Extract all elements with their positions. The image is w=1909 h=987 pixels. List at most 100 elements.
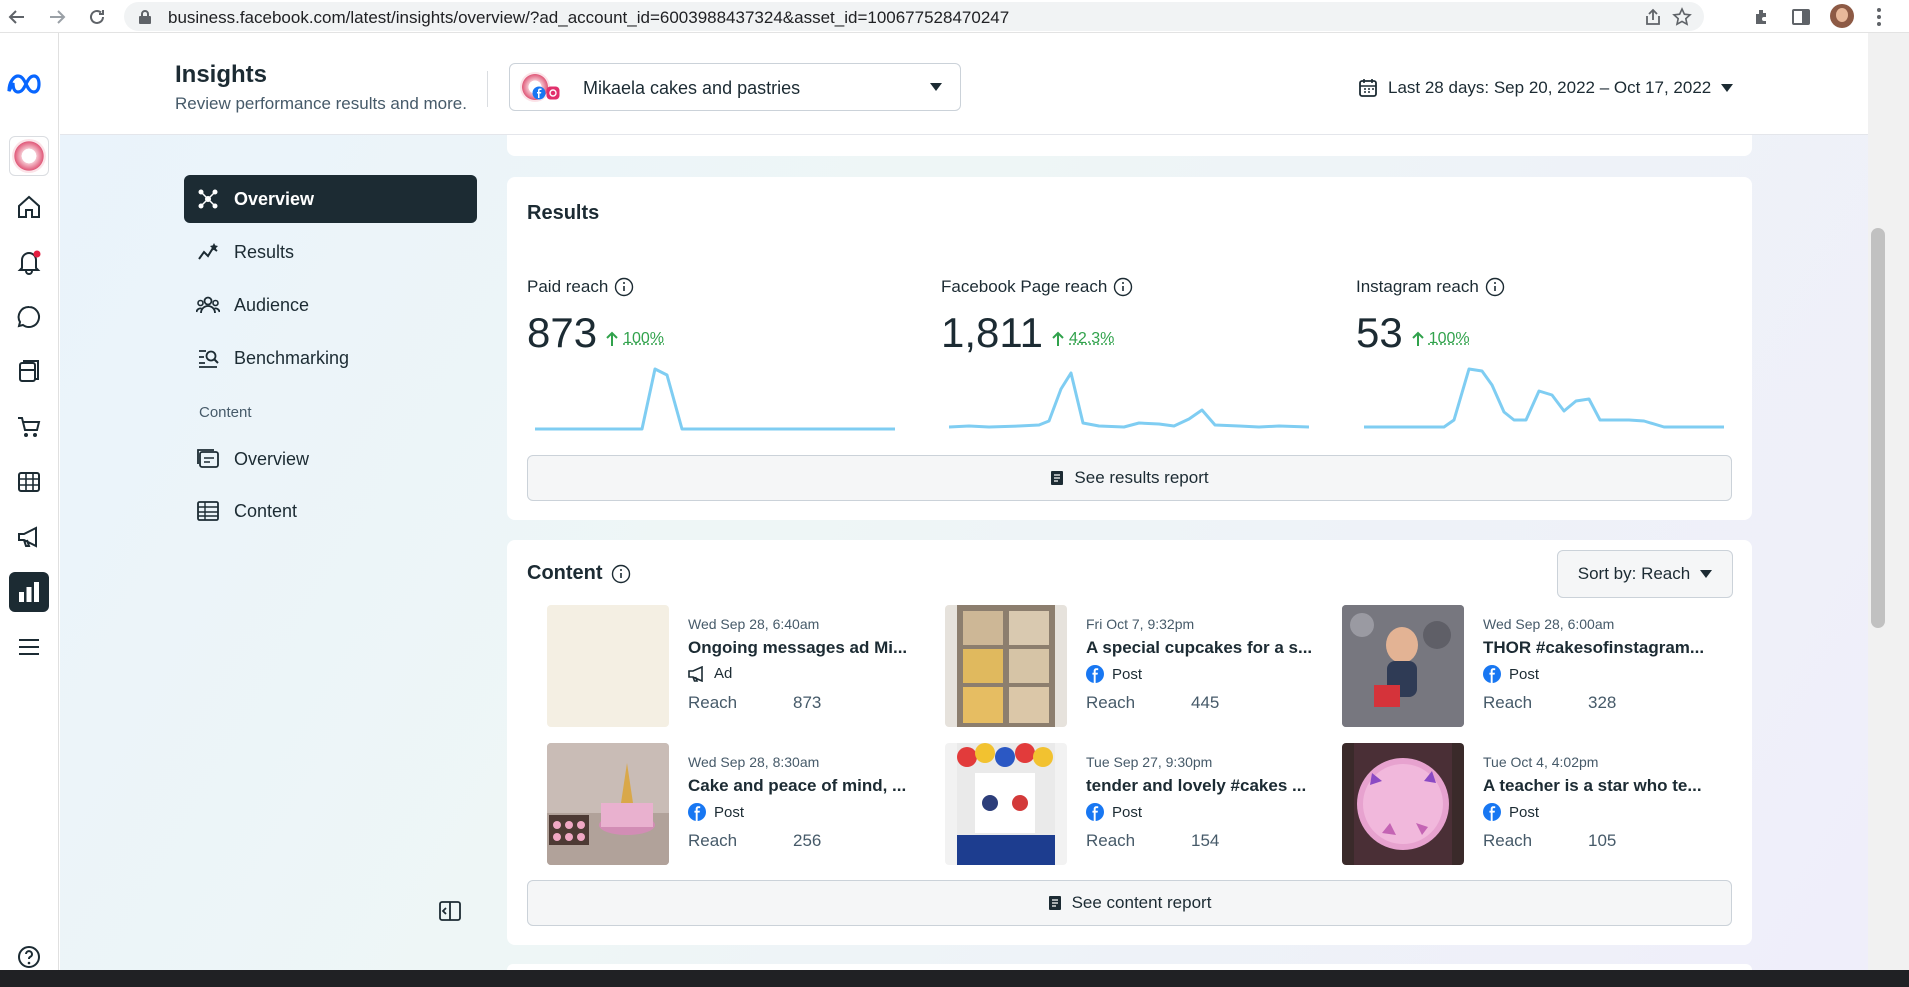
page-avatar[interactable] — [9, 136, 49, 176]
paid-reach-sparkline — [535, 367, 895, 431]
sidebar-item-overview[interactable]: Overview — [184, 175, 477, 223]
metric-change[interactable]: 100% — [1411, 330, 1470, 348]
reach-value: 154 — [1191, 831, 1220, 850]
content-pages-icon[interactable] — [9, 352, 49, 392]
list-item[interactable]: Wed Sep 28, 8:30am Cake and peace of min… — [547, 743, 927, 865]
notifications-bell-icon[interactable] — [9, 242, 49, 282]
list-item[interactable]: Tue Oct 4, 4:02pm A teacher is a star wh… — [1342, 743, 1722, 865]
reach-value: 256 — [793, 831, 822, 850]
scrollbar-thumb[interactable] — [1871, 228, 1885, 628]
metric-value: 873 — [527, 309, 598, 356]
sidebar-item-results[interactable]: Results — [184, 228, 477, 276]
all-tools-menu-icon[interactable] — [9, 627, 49, 667]
page-header: Insights Review performance results and … — [60, 33, 1868, 135]
overview-icon — [196, 187, 220, 211]
content-card: Content Wed Sep 28, 6:40am Ongoing messa… — [507, 540, 1752, 945]
sidebar-item-audience[interactable]: Audience — [184, 281, 477, 329]
sidebar-item-benchmarking[interactable]: Benchmarking — [184, 334, 477, 382]
post-thumbnail — [547, 605, 669, 727]
post-type: Post — [1112, 803, 1143, 821]
sort-by-dropdown[interactable]: Sort by: Reach — [1557, 550, 1733, 598]
post-type: Post — [1509, 803, 1540, 821]
arrow-up-icon — [1052, 331, 1064, 346]
home-icon[interactable] — [9, 187, 49, 227]
ads-megaphone-icon[interactable] — [9, 517, 49, 557]
post-type: Post — [714, 803, 745, 821]
sidebar-item-content-overview[interactable]: Overview — [184, 435, 477, 483]
see-content-report-button[interactable]: See content report — [527, 880, 1732, 926]
info-icon[interactable] — [1485, 277, 1505, 297]
metric-label: Facebook Page reach — [941, 277, 1108, 296]
post-title: A special cupcakes for a s... — [1086, 638, 1313, 657]
metric-change[interactable]: 100% — [605, 330, 664, 348]
instagram-badge-icon — [546, 86, 560, 100]
facebook-icon — [1483, 803, 1501, 821]
megaphone-icon — [688, 665, 703, 682]
back-icon[interactable] — [4, 4, 30, 30]
sidebar-section-content: Content — [199, 404, 252, 421]
list-item[interactable]: Fri Oct 7, 9:32pm A special cupcakes for… — [945, 605, 1325, 727]
results-card: Results Paid reach 873 100% Facebook Pag… — [507, 177, 1752, 520]
results-icon — [196, 240, 220, 264]
list-item[interactable]: Tue Sep 27, 9:30pm tender and lovely #ca… — [945, 743, 1325, 865]
list-item[interactable]: Wed Sep 28, 6:40am Ongoing messages ad M… — [547, 605, 927, 727]
commerce-cart-icon[interactable] — [9, 407, 49, 447]
sort-label: Sort by: Reach — [1577, 564, 1691, 583]
extensions-icon[interactable] — [1752, 7, 1772, 27]
facebook-icon — [1483, 665, 1501, 683]
inbox-chat-icon[interactable] — [9, 297, 49, 337]
sidebar-item-content[interactable]: Content — [184, 487, 477, 535]
reach-label: Reach — [1483, 693, 1533, 712]
post-thumbnail — [945, 605, 1067, 727]
info-icon[interactable] — [611, 564, 631, 584]
facebook-icon — [1086, 665, 1104, 683]
post-date: Tue Oct 4, 4:02pm — [1483, 754, 1599, 770]
profile-avatar[interactable] — [1830, 4, 1854, 28]
page-subtitle: Review performance results and more. — [175, 94, 467, 113]
header-divider — [487, 71, 488, 107]
info-icon[interactable] — [1113, 277, 1133, 297]
reach-value: 105 — [1588, 831, 1617, 850]
reach-label: Reach — [1086, 831, 1136, 850]
metric-change[interactable]: 42.3% — [1051, 330, 1114, 348]
post-title: Cake and peace of mind, ... — [688, 776, 907, 795]
table-icon[interactable] — [9, 462, 49, 502]
forward-icon[interactable] — [44, 4, 70, 30]
browser-menu-icon[interactable] — [1876, 7, 1882, 27]
chevron-down-icon — [1700, 570, 1713, 578]
account-name: Mikaela cakes and pastries — [583, 78, 801, 98]
date-range-picker[interactable]: Last 28 days: Sep 20, 2022 – Oct 17, 202… — [1358, 77, 1734, 99]
see-results-report-button[interactable]: See results report — [527, 455, 1732, 501]
post-title: tender and lovely #cakes ... — [1086, 776, 1307, 795]
post-date: Tue Sep 27, 9:30pm — [1086, 754, 1213, 770]
share-icon[interactable] — [1644, 8, 1662, 26]
date-range-text: Last 28 days: Sep 20, 2022 – Oct 17, 202… — [1388, 78, 1712, 97]
post-title: Ongoing messages ad Mi... — [688, 638, 908, 657]
info-icon[interactable] — [614, 277, 634, 297]
address-bar[interactable]: business.facebook.com/latest/insights/ov… — [124, 2, 1704, 31]
facebook-icon — [688, 803, 706, 821]
post-type: Ad — [714, 665, 733, 682]
calendar-icon — [1359, 79, 1377, 97]
url-text: business.facebook.com/latest/insights/ov… — [168, 8, 1010, 27]
list-item[interactable]: Wed Sep 28, 6:00am THOR #cakesofinstagra… — [1342, 605, 1722, 727]
post-thumbnail — [1342, 743, 1464, 865]
account-selector[interactable]: Mikaela cakes and pastries — [509, 63, 961, 111]
reach-value: 328 — [1588, 693, 1617, 712]
reload-icon[interactable] — [84, 4, 110, 30]
facebook-icon — [1086, 803, 1104, 821]
content-table-icon — [196, 499, 220, 523]
side-panel-icon[interactable] — [1791, 7, 1811, 27]
collapse-sidebar-icon[interactable] — [438, 899, 462, 923]
post-title: A teacher is a star who te... — [1483, 776, 1702, 795]
left-rail — [0, 33, 59, 970]
insights-bar-chart-icon[interactable] — [9, 572, 49, 612]
meta-logo-icon[interactable] — [5, 73, 47, 95]
content-title: Content — [527, 562, 603, 584]
reach-value: 873 — [793, 693, 822, 712]
metric-label: Paid reach — [527, 277, 609, 296]
benchmarking-icon — [196, 346, 220, 370]
chevron-down-icon — [930, 83, 942, 91]
bookmark-star-icon[interactable] — [1672, 7, 1692, 27]
audience-icon — [196, 293, 220, 317]
